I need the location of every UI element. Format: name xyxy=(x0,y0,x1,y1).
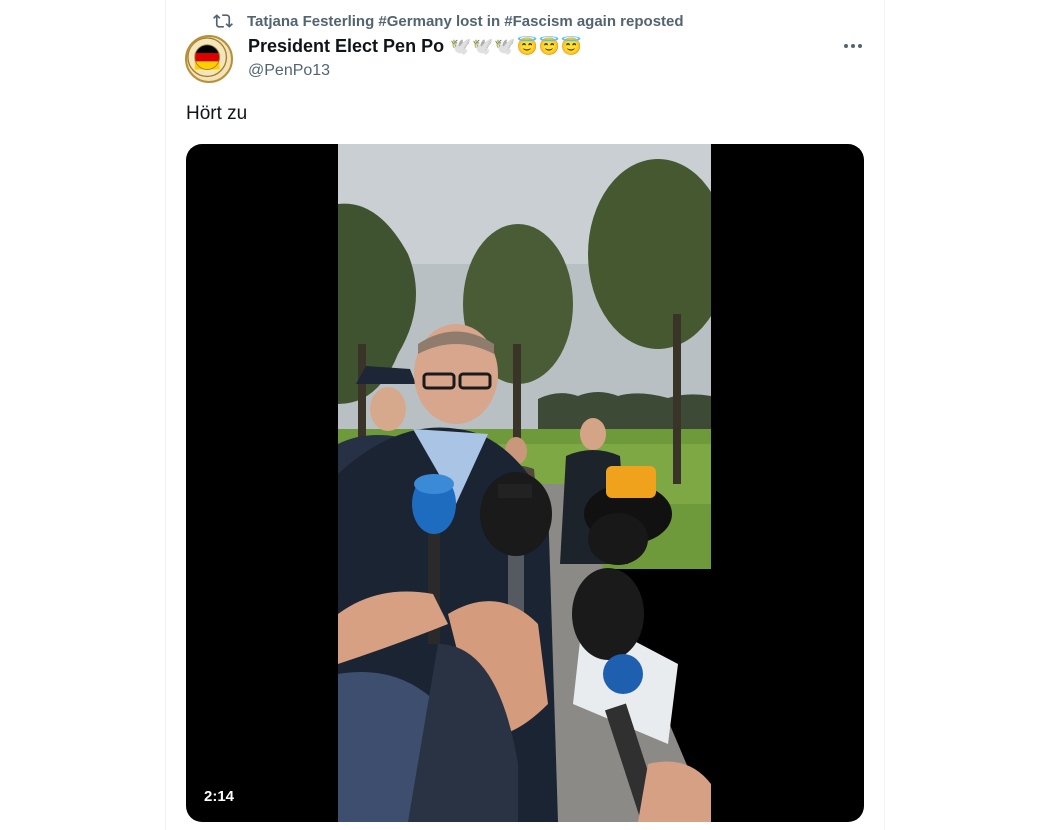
author-name[interactable]: President Elect Pen Po xyxy=(248,36,444,57)
more-dot xyxy=(851,44,855,48)
timeline-right-border xyxy=(884,0,885,830)
video-duration: 2:14 xyxy=(196,785,243,808)
video-player[interactable]: 2:14 xyxy=(186,144,864,822)
more-options-icon xyxy=(844,44,848,48)
german-quality-seal-icon xyxy=(187,37,228,78)
more-options-button[interactable] xyxy=(840,36,866,56)
video-frame[interactable] xyxy=(338,144,711,822)
author-name-emojis: 🕊️🕊️🕊️😇😇😇 xyxy=(450,36,584,56)
more-dot xyxy=(858,44,862,48)
tweet-text: Hört zu xyxy=(186,103,248,124)
author-handle[interactable]: @PenPo13 xyxy=(248,62,330,80)
video-thumbnail xyxy=(338,144,711,822)
repost-icon xyxy=(213,11,233,31)
repost-context[interactable]: Tatjana Festerling #Germany lost in #Fas… xyxy=(213,10,684,32)
repost-text: Tatjana Festerling #Germany lost in #Fas… xyxy=(247,12,684,30)
author-name-row[interactable]: President Elect Pen Po 🕊️🕊️🕊️😇😇😇 xyxy=(248,36,583,57)
avatar[interactable] xyxy=(185,35,233,83)
timeline-left-border xyxy=(165,0,166,830)
